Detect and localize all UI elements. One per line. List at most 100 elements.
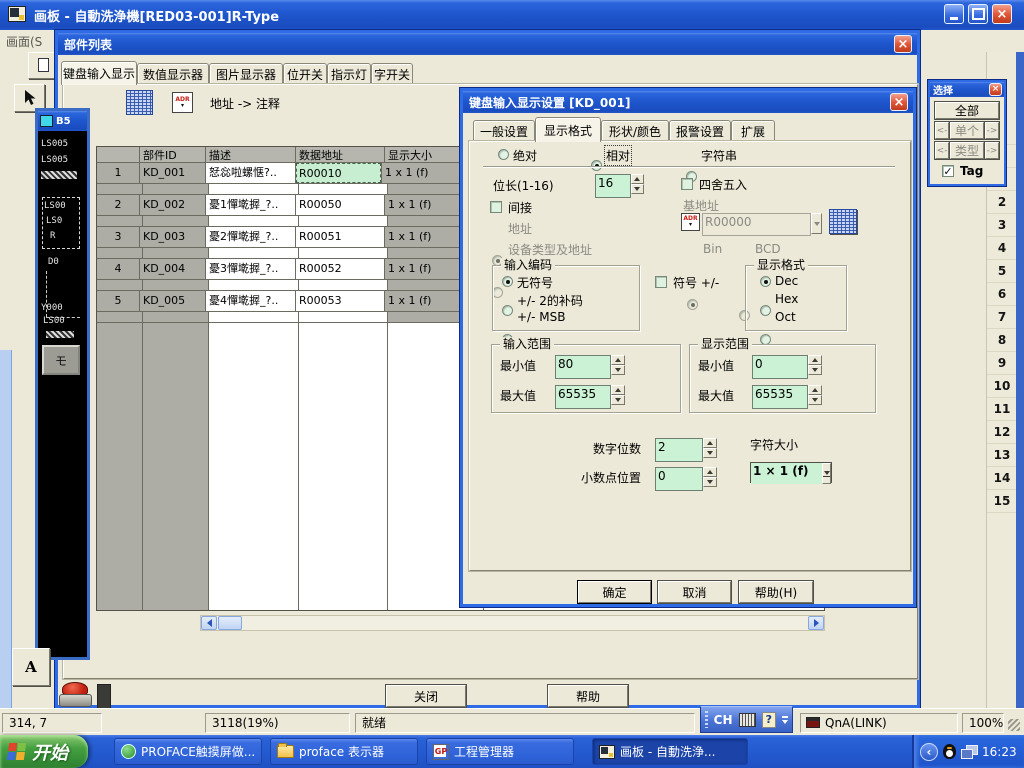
ok-button[interactable]: 确定 (578, 581, 651, 603)
rounding-checkbox[interactable] (681, 178, 693, 190)
key-cell[interactable]: 10 (987, 375, 1017, 398)
start-button[interactable]: 开始 (0, 735, 88, 768)
indirect-checkbox[interactable] (490, 201, 502, 213)
minimize-button[interactable] (944, 4, 964, 24)
taskbar-task-project-manager[interactable]: GP 工程管理器 (426, 738, 574, 765)
tab-indicator-lamp[interactable]: 指示灯 (327, 63, 371, 85)
hex-radio[interactable] (760, 305, 771, 316)
digits-spinner[interactable]: 2 (655, 438, 717, 458)
unsigned-radio[interactable] (502, 276, 513, 287)
single-button[interactable]: 单个 (950, 122, 984, 139)
col-header-data-address[interactable]: 数据地址 (296, 147, 385, 163)
type-prev-button[interactable]: <- (935, 142, 949, 159)
close-list-button[interactable]: 关闭 (386, 685, 466, 707)
language-bar-grip[interactable] (705, 711, 708, 728)
key-cell[interactable]: 3 (987, 214, 1017, 237)
cancel-button[interactable]: 取消 (658, 581, 731, 603)
text-tool-button[interactable]: A (12, 648, 50, 686)
key-cell[interactable]: 9 (987, 352, 1017, 375)
address-keypad-button[interactable] (829, 209, 857, 234)
type-next-button[interactable]: -> (985, 142, 999, 159)
scrollbar-thumb[interactable] (218, 616, 242, 630)
key-cell[interactable]: 12 (987, 421, 1017, 444)
col-header-part-id[interactable]: 部件ID (140, 147, 206, 163)
keyboard-part-icon[interactable] (126, 90, 153, 115)
decimal-spinner[interactable]: 0 (655, 467, 717, 487)
keyboard-layout-icon[interactable] (739, 713, 756, 727)
input-max-spinner[interactable]: 65535 (555, 385, 625, 405)
display-max-spinner[interactable]: 65535 (752, 385, 822, 405)
language-bar-options-icon[interactable] (782, 716, 788, 724)
taskbar-task-proface-help[interactable]: PROFACE触摸屏做... (114, 738, 262, 765)
keyboard-input-settings-dialog: 键盘输入显示设置 [KD_001] × 一般设置 显示格式 形状/颜色 报警设置… (460, 88, 916, 607)
maximize-button[interactable] (968, 4, 988, 24)
close-button[interactable]: × (992, 4, 1012, 24)
dialog-help-button[interactable]: 帮助(H) (739, 581, 813, 603)
col-header-description[interactable]: 描述 (206, 147, 296, 163)
menu-fragment[interactable]: 画面(S (6, 33, 42, 50)
language-indicator[interactable]: CH (714, 713, 733, 727)
display-min-spinner[interactable]: 0 (752, 355, 822, 375)
language-help-icon[interactable]: ? (762, 712, 776, 728)
base-address-combo[interactable]: R00000 (702, 213, 822, 232)
display-settings-icon[interactable] (961, 745, 977, 758)
absolute-radio[interactable] (498, 149, 509, 160)
key-cell[interactable]: 8 (987, 329, 1017, 352)
tag-checkbox[interactable]: ✓ (942, 165, 954, 177)
single-prev-button[interactable]: <- (935, 122, 949, 139)
input-min-label: 最小值 (500, 357, 536, 374)
key-cell[interactable]: 6 (987, 283, 1017, 306)
page-tool-button[interactable] (28, 52, 58, 79)
input-min-spinner[interactable]: 80 (555, 355, 625, 375)
sign-checkbox[interactable] (655, 276, 667, 288)
key-cell[interactable]: 7 (987, 306, 1017, 329)
dialog-close-icon[interactable]: × (890, 93, 908, 111)
tab-alarm-settings[interactable]: 报警设置 (669, 120, 731, 142)
parts-list-close-icon[interactable]: × (894, 35, 912, 53)
key-cell[interactable]: 11 (987, 398, 1017, 421)
taskbar-task-folder[interactable]: proface 表示器 (270, 738, 418, 765)
tab-picture-display[interactable]: 图片显示器 (209, 63, 283, 85)
window-title: 画板 - 自動洗浄機[RED03-001]R-Type (34, 6, 279, 25)
tray-chevron-icon[interactable]: ‹ (920, 743, 938, 761)
select-palette-close-icon[interactable]: × (989, 83, 1002, 96)
tab-display-format[interactable]: 显示格式 (535, 117, 601, 142)
single-next-button[interactable]: -> (985, 122, 999, 139)
clock[interactable]: 16:23 (982, 745, 1017, 759)
key-cell[interactable]: 15 (987, 490, 1017, 513)
type-button[interactable]: 类型 (950, 142, 984, 159)
parts-list-titlebar: 部件列表 × (58, 33, 917, 55)
key-cell[interactable]: 4 (987, 237, 1017, 260)
display-format-legend: 显示格式 (754, 258, 808, 272)
tab-shape-color[interactable]: 形状/颜色 (601, 120, 669, 142)
background-window-edge (0, 350, 12, 710)
key-cell[interactable]: 5 (987, 260, 1017, 283)
key-cell[interactable]: 14 (987, 467, 1017, 490)
key-cell[interactable]: 13 (987, 444, 1017, 467)
bin-radio[interactable] (687, 299, 698, 310)
horizontal-scrollbar[interactable] (200, 615, 825, 631)
help-list-button[interactable]: 帮助 (548, 685, 628, 707)
drawing-canvas[interactable]: LS005 LS005 LS00 LS0 R D0 Y000 LS00 モ (38, 131, 87, 657)
tab-numeric-display[interactable]: 数值显示器 (137, 63, 209, 85)
char-size-dropdown[interactable]: 1 × 1 (f) (750, 462, 832, 483)
address-note-icon[interactable]: ADR▾ (172, 92, 193, 113)
tab-bit-switch[interactable]: 位开关 (283, 63, 327, 85)
scroll-right-icon[interactable] (808, 616, 824, 630)
dec-radio[interactable] (760, 276, 771, 287)
input-range-legend: 输入范围 (500, 337, 554, 351)
select-all-button[interactable]: 全部 (935, 102, 999, 119)
mo-part-button[interactable]: モ (42, 345, 80, 375)
taskbar-task-drawing-board[interactable]: 画板 - 自動洗浄... (592, 738, 748, 765)
key-cell[interactable]: 2 (987, 191, 1017, 214)
twos-complement-radio[interactable] (502, 305, 513, 316)
resize-grip[interactable] (1008, 719, 1020, 731)
tab-extended[interactable]: 扩展 (731, 120, 775, 142)
tab-general-settings[interactable]: 一般设置 (473, 120, 535, 142)
qq-messenger-icon[interactable] (943, 744, 956, 759)
tab-word-switch[interactable]: 字开关 (371, 63, 413, 85)
tab-keyboard-input-display[interactable]: 键盘输入显示 (61, 61, 137, 85)
bit-length-spinner[interactable]: 16 (595, 174, 644, 194)
scroll-left-icon[interactable] (201, 616, 217, 630)
select-palette-titlebar: 选择 × (930, 82, 1004, 97)
